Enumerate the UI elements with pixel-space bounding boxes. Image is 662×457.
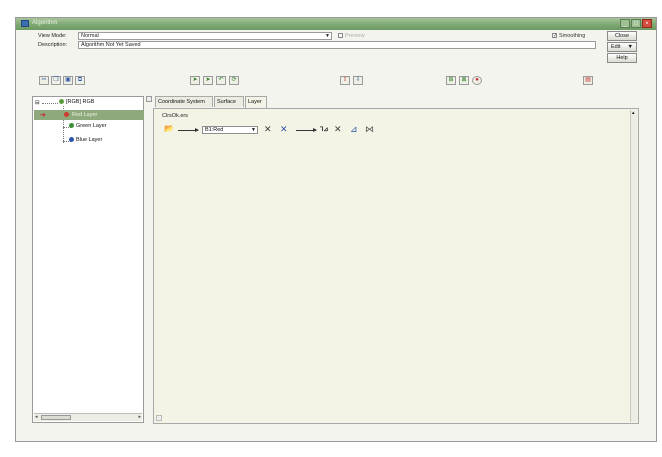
- clear-filter-icon[interactable]: ✕: [264, 125, 272, 134]
- edit-menu-button[interactable]: Edit ▼: [607, 42, 637, 52]
- tree-root-rgb[interactable]: [RGB] RGB: [59, 99, 94, 105]
- formula-icon[interactable]: ✕: [280, 125, 288, 134]
- preview-label: Preview: [345, 33, 365, 39]
- refresh-icon[interactable]: ⟳: [229, 76, 239, 85]
- add-layer-icon[interactable]: ➤: [190, 76, 200, 85]
- blue-layer-icon: [69, 137, 74, 143]
- tree-item-red-layer[interactable]: ➔ Red Layer: [34, 110, 144, 120]
- app-icon: [21, 20, 29, 27]
- smoothing-label: Smoothing: [559, 33, 586, 39]
- view-mode-dropdown[interactable]: Normal ▼: [78, 32, 332, 40]
- maximize-button[interactable]: □: [631, 19, 641, 28]
- view-mode-label: View Mode:: [38, 33, 67, 39]
- band-dropdown-value: B1:Red: [205, 127, 224, 133]
- chevron-down-icon: ▼: [627, 44, 633, 50]
- pipeline-arrow: [178, 128, 199, 132]
- tree-root-label: [RGB] RGB: [66, 99, 95, 105]
- active-layer-arrow-icon: ➔: [40, 112, 46, 119]
- tab-coordinate-system[interactable]: Coordinate System: [155, 96, 213, 107]
- description-field[interactable]: Algorithm Not Yet Saved: [78, 41, 596, 49]
- input-file-name: ClrsOk.ers: [162, 113, 188, 119]
- add-surface-icon[interactable]: ➤: [203, 76, 213, 85]
- zoom-icon[interactable]: ⊞: [446, 76, 456, 85]
- scroll-up-icon[interactable]: ▴: [632, 110, 635, 116]
- panel-resize-grip[interactable]: [156, 415, 162, 421]
- move-up-icon[interactable]: ⇧: [340, 76, 350, 85]
- description-label: Description:: [38, 42, 68, 48]
- fit-icon[interactable]: ⊠: [459, 76, 469, 85]
- clear-transform-icon[interactable]: ✕: [334, 125, 342, 134]
- green-layer-label: Green Layer: [76, 123, 107, 129]
- rgb-node-icon: [59, 99, 64, 105]
- scroll-left-icon[interactable]: ◂: [35, 414, 38, 420]
- close-button[interactable]: Close: [607, 31, 637, 41]
- tree-horizontal-scrollbar[interactable]: ◂ ▸: [34, 413, 142, 421]
- open-file-icon[interactable]: 📂: [164, 124, 174, 133]
- blue-layer-label: Blue Layer: [76, 137, 103, 143]
- undo-icon[interactable]: ↶: [216, 76, 226, 85]
- help-button[interactable]: Help: [607, 53, 637, 63]
- pipeline-arrow: [296, 128, 317, 132]
- chevron-down-icon: ▼: [251, 127, 256, 133]
- red-layer-label: Red Layer: [72, 112, 98, 118]
- edit-label: Edit: [611, 44, 621, 50]
- title-bar: Algorithm _ □ ×: [16, 18, 656, 30]
- copy-icon[interactable]: ❐: [51, 76, 61, 85]
- layer-tree[interactable]: ⊟ [RGB] RGB ➔ Red Layer Green Layer Blue…: [32, 96, 144, 423]
- duplicate-icon[interactable]: ⧉: [75, 76, 85, 85]
- preview-checkbox[interactable]: Preview: [338, 33, 365, 39]
- layer-panel: ClrsOk.ers 📂 B1:Red ▼ ✕ ✕ Ꞁ⊿ ✕ ⊿ ⋈ ▴: [153, 108, 639, 424]
- scroll-thumb[interactable]: [41, 415, 71, 420]
- paste-icon[interactable]: ▣: [63, 76, 73, 85]
- chevron-down-icon: ▼: [325, 33, 330, 39]
- view-mode-value: Normal: [81, 33, 99, 39]
- tree-expand-icon[interactable]: ⊟: [35, 100, 40, 106]
- pdf-icon[interactable]: ▤: [583, 76, 593, 85]
- tab-surface[interactable]: Surface: [214, 96, 244, 107]
- window-title: Algorithm: [32, 20, 58, 26]
- red-layer-icon: [64, 112, 69, 117]
- stop-icon[interactable]: ●: [472, 76, 482, 85]
- transform-icon[interactable]: Ꞁ⊿: [320, 126, 328, 133]
- splitter-handle[interactable]: [146, 96, 152, 102]
- move-down-icon[interactable]: ⇩: [353, 76, 363, 85]
- green-layer-icon: [69, 123, 74, 129]
- minimize-button[interactable]: _: [620, 19, 630, 28]
- tab-layer[interactable]: Layer: [245, 96, 267, 108]
- tree-connector: [42, 103, 58, 104]
- histogram-icon[interactable]: ⊿: [350, 125, 358, 134]
- cut-icon[interactable]: ✂: [39, 76, 49, 85]
- panel-vertical-scrollbar[interactable]: ▴: [630, 110, 637, 422]
- band-dropdown[interactable]: B1:Red ▼: [202, 126, 258, 134]
- tree-item-blue-layer[interactable]: Blue Layer: [69, 137, 102, 143]
- tree-item-green-layer[interactable]: Green Layer: [69, 123, 107, 129]
- scroll-right-icon[interactable]: ▸: [138, 414, 141, 420]
- clear-histogram-icon[interactable]: ⋈: [365, 125, 374, 134]
- close-window-button[interactable]: ×: [642, 19, 652, 28]
- smoothing-checkbox[interactable]: ✓ Smoothing: [552, 33, 585, 39]
